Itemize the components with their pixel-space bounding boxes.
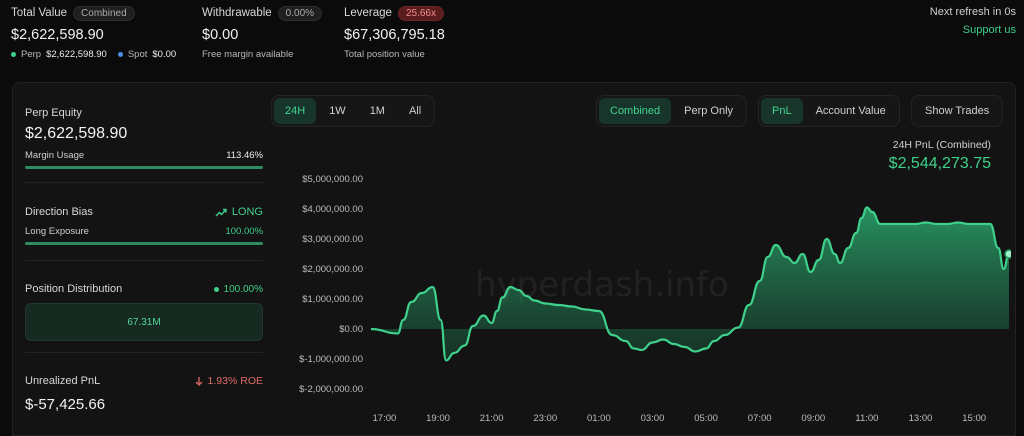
timeframe-1w[interactable]: 1W (318, 98, 357, 124)
show-trades-wrapper: Show Trades (911, 95, 1004, 127)
x-tick-label: 09:00 (801, 413, 825, 424)
pnl-chart[interactable]: hyperdash.info $5,000,000.00$4,000,000.0… (275, 171, 1011, 436)
long-exposure-fill (25, 242, 263, 245)
metric-pnl[interactable]: PnL (761, 98, 803, 124)
pnl-end-marker (1004, 249, 1011, 259)
position-value: $67,306,795.18 (344, 27, 445, 43)
metric-account-value[interactable]: Account Value (805, 98, 897, 124)
x-tick-label: 17:00 (373, 413, 397, 424)
unrealized-pnl-card: Unrealized PnL 1.93% ROE $-57,425.66 (25, 353, 263, 436)
withdrawable-badge: 0.00% (277, 5, 323, 21)
x-tick-label: 21:00 (480, 413, 504, 424)
spot-dot-icon (117, 52, 123, 57)
total-value: $2,622,598.90 (11, 27, 104, 43)
x-tick-label: 15:00 (962, 413, 986, 424)
timeframe-all[interactable]: All (398, 98, 432, 124)
y-tick-label: $-2,000,000.00 (299, 384, 363, 395)
long-exposure-label: Long Exposure (25, 226, 89, 237)
y-tick-label: $-1,000,000.00 (299, 354, 363, 365)
trending-up-icon (215, 208, 227, 216)
distribution-percent: 100.00% (223, 283, 263, 295)
long-exposure-value: 100.00% (225, 226, 263, 237)
total-value-label: Total Value (11, 7, 68, 19)
x-tick-label: 23:00 (533, 413, 557, 424)
view-combined[interactable]: Combined (599, 98, 672, 124)
x-tick-label: 07:00 (748, 413, 772, 424)
y-tick-label: $4,000,000.00 (302, 204, 363, 215)
combined-badge: Combined (73, 5, 135, 21)
view-selector: Combined Perp Only (596, 95, 748, 127)
direction-bias-value: LONG (231, 206, 263, 218)
unrealized-pnl-title: Unrealized PnL (25, 375, 101, 387)
direction-bias-title: Direction Bias (25, 206, 93, 218)
account-header: Total Value Combined $2,622,598.90 Perp … (0, 0, 1024, 78)
leverage-sub: Total position value (344, 49, 425, 60)
show-trades-button[interactable]: Show Trades (914, 98, 1000, 124)
unrealized-pnl-value: $-57,425.66 (25, 396, 106, 413)
y-axis: $5,000,000.00 $4,000,000.00 $3,000,000.00 $… (299, 174, 363, 395)
dashboard-panel: Perp Equity $2,622,598.90 Margin Usage 1… (12, 82, 1016, 436)
y-tick-label: $1,000,000.00 (302, 294, 363, 305)
total-value-metric: Total Value Combined $2,622,598.90 Perp … (11, 5, 177, 60)
x-tick-label: 03:00 (641, 413, 665, 424)
withdrawable-label: Withdrawable (202, 7, 272, 19)
perp-dot-icon (11, 52, 16, 57)
perp-equity-card: Perp Equity $2,622,598.90 Margin Usage 1… (25, 83, 263, 183)
withdrawable-value: $0.00 (202, 27, 239, 43)
spot-label: Spot (127, 49, 148, 60)
x-tick-label: 05:00 (694, 413, 718, 424)
margin-usage-fill (25, 166, 263, 169)
y-tick-label: $0.00 (339, 324, 363, 335)
long-exposure-bar (25, 242, 263, 245)
support-link[interactable]: Support us (963, 24, 1016, 36)
x-tick-label: 01:00 (587, 413, 611, 424)
distribution-dot-icon (213, 286, 219, 292)
y-tick-label: $3,000,000.00 (302, 234, 363, 245)
y-tick-label: $5,000,000.00 (302, 174, 363, 185)
pnl-summary-label: 24H PnL (Combined) (892, 139, 991, 151)
perp-equity-value: $2,622,598.90 (25, 125, 128, 142)
leverage-badge: 25.66x (397, 5, 444, 21)
timeframe-1m[interactable]: 1M (359, 98, 396, 124)
timeframe-selector: 24H 1W 1M All (271, 95, 436, 127)
arrow-down-icon (195, 377, 203, 386)
roe-value: 1.93% ROE (207, 375, 263, 387)
refresh-timer: Next refresh in 0s (929, 6, 1016, 18)
withdrawable-sub: Free margin available (202, 49, 294, 60)
x-axis: 17:00 19:00 21:00 23:00 01:00 03:00 05:00 07:00… (373, 413, 987, 424)
direction-bias-card: Direction Bias LONG Long Exposure 100.00… (25, 183, 263, 261)
perp-label: Perp (21, 49, 42, 60)
leverage-label: Leverage (344, 7, 392, 19)
x-tick-label: 13:00 (909, 413, 933, 424)
x-tick-label: 19:00 (426, 413, 450, 424)
perp-value: $2,622,598.90 (46, 49, 107, 60)
x-tick-label: 11:00 (855, 413, 878, 424)
withdrawable-metric: Withdrawable 0.00% $0.00 Free margin ava… (202, 5, 323, 60)
spot-value: $0.00 (152, 49, 177, 60)
metric-selector: PnL Account Value (758, 95, 900, 127)
distribution-value: 67.31M (127, 316, 161, 328)
position-distribution-title: Position Distribution (25, 283, 123, 295)
margin-usage-bar (25, 166, 263, 169)
distribution-bar[interactable]: 67.31M (25, 303, 263, 341)
y-tick-label: $2,000,000.00 (302, 264, 363, 275)
timeframe-24h[interactable]: 24H (274, 98, 317, 124)
margin-usage-value: 113.46% (226, 150, 263, 161)
margin-usage-label: Margin Usage (25, 150, 85, 161)
view-perp-only[interactable]: Perp Only (673, 98, 744, 124)
position-distribution-card: Position Distribution 100.00% 67.31M (25, 261, 263, 353)
perp-equity-title: Perp Equity (25, 107, 82, 119)
leverage-metric: Leverage 25.66x $67,306,795.18 Total pos… (344, 5, 445, 60)
